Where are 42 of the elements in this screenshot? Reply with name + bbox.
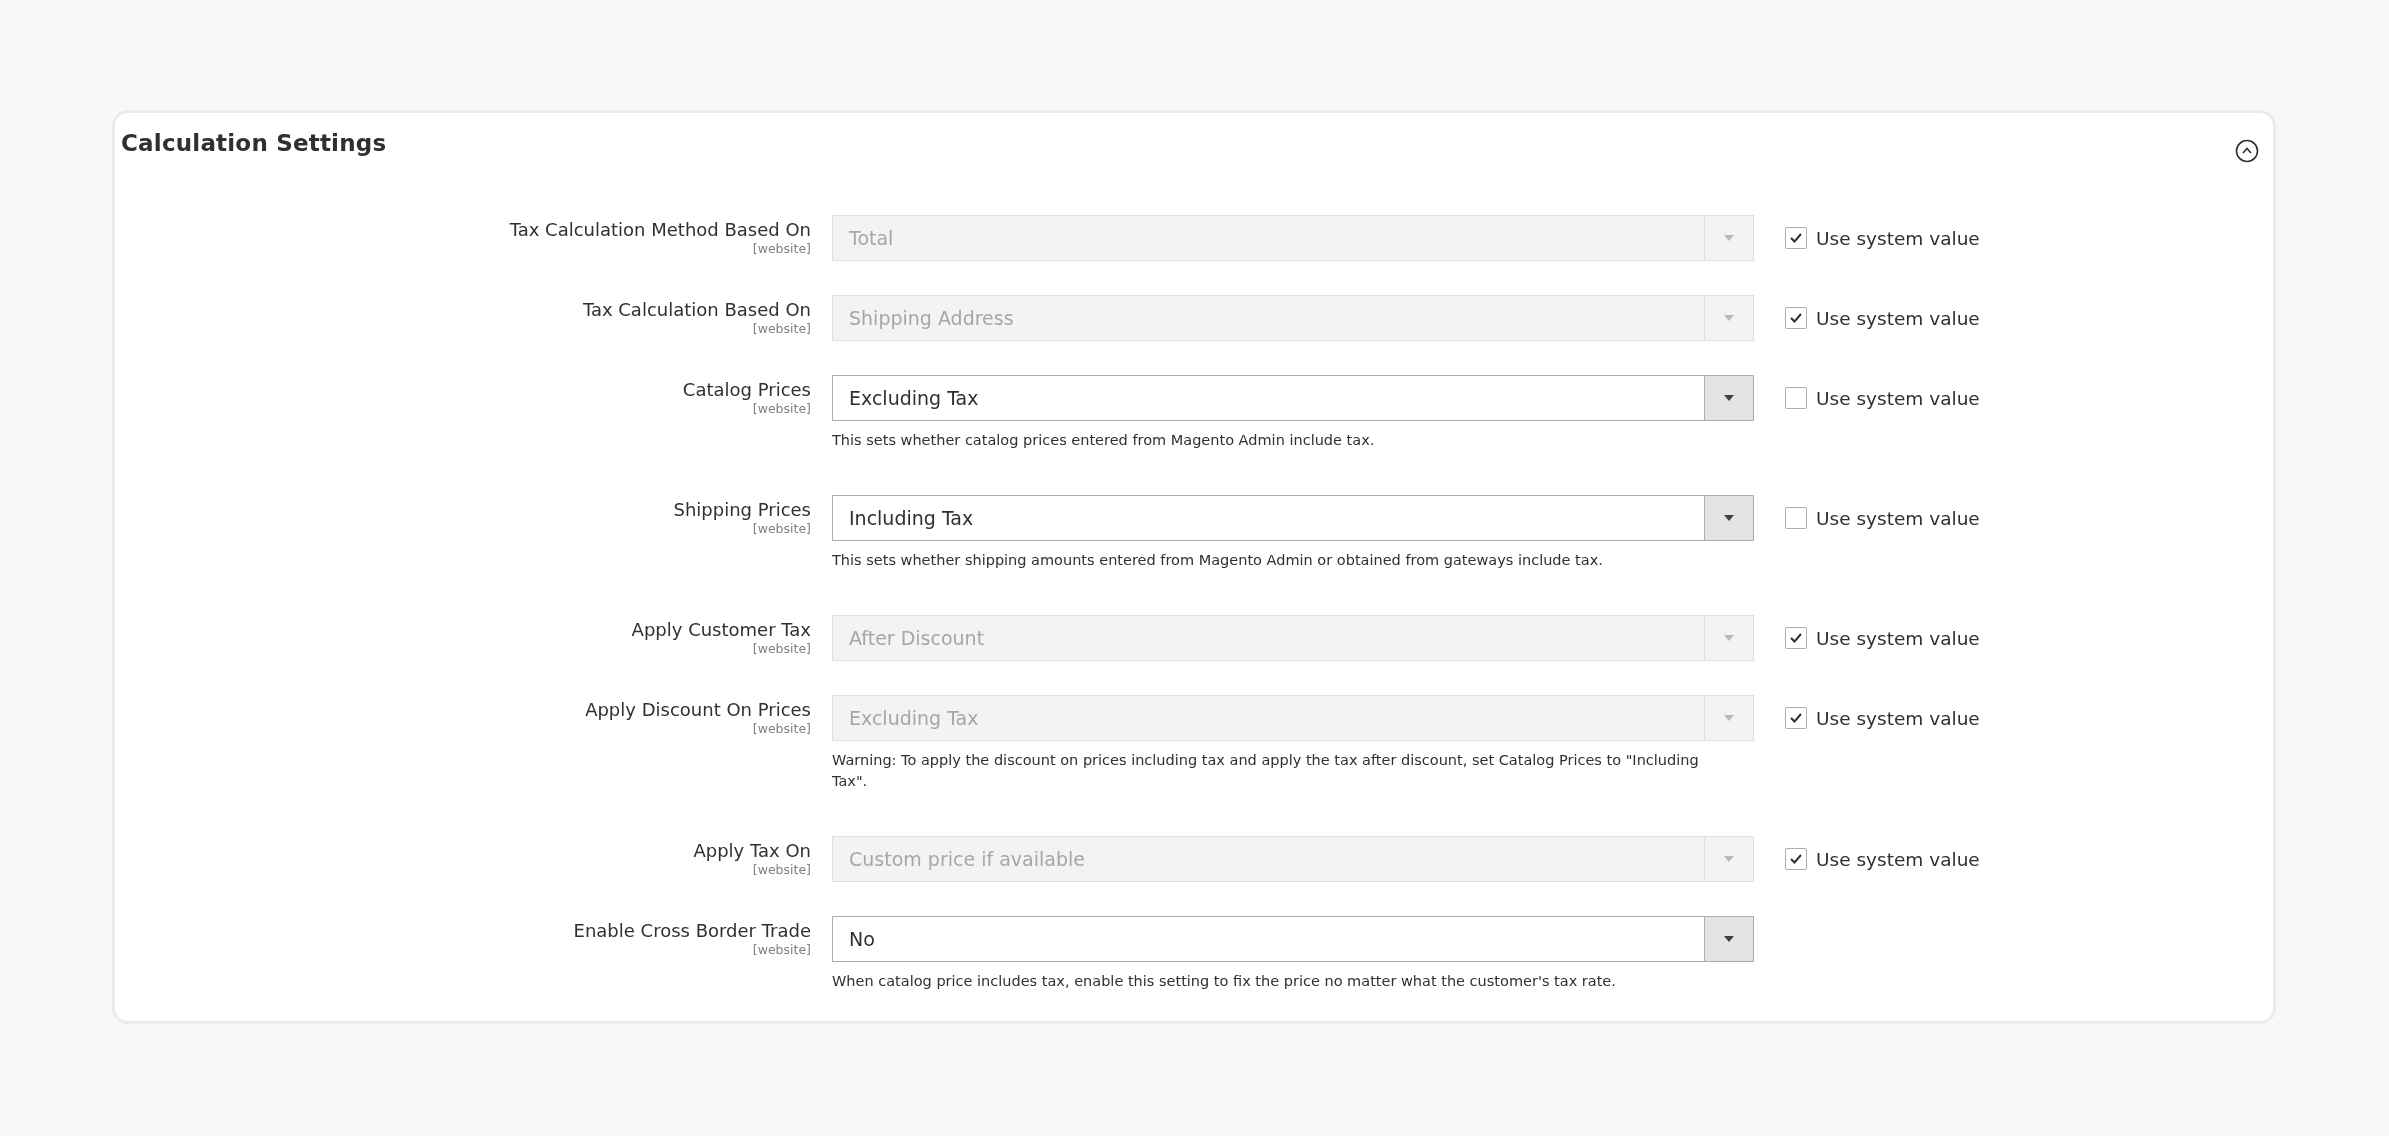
select-field[interactable]: No (832, 916, 1754, 962)
select-field[interactable]: Excluding Tax (832, 375, 1754, 421)
dropdown-arrow-icon (1723, 314, 1735, 322)
field-label: Catalog Prices (682, 379, 811, 401)
field-label: Tax Calculation Method Based On (509, 219, 811, 241)
collapse-icon[interactable] (2235, 139, 2259, 163)
field-label: Tax Calculation Based On (582, 299, 811, 321)
checkbox-label: Use system value (1816, 848, 1980, 870)
field-note: When catalog price includes tax, enable this setting to fix the price no matter what the customer's tax rate. (832, 972, 1617, 991)
dropdown-arrow-icon (1723, 714, 1735, 722)
field-note: Warning: To apply the discount on prices including tax and apply the tax after discount, set Catalog Prices to "Including Tax". (832, 751, 1700, 791)
field-note: This sets whether catalog prices entered from Magento Admin include tax. (832, 431, 1376, 450)
section-title: Calculation Settings (121, 130, 387, 156)
checkbox-label: Use system value (1816, 387, 1980, 409)
scope-label: [website] (752, 862, 811, 878)
dropdown-arrow-icon (1723, 634, 1735, 642)
field-label: Shipping Prices (673, 499, 811, 521)
scope-label: [website] (752, 321, 811, 337)
scope-label: [website] (752, 401, 811, 417)
dropdown-arrow-icon (1723, 514, 1735, 522)
scope-label: [website] (752, 721, 811, 737)
dropdown-arrow-icon (1723, 234, 1735, 242)
scope-label: [website] (752, 641, 811, 657)
select-field[interactable]: Including Tax (832, 495, 1754, 541)
field-note: This sets whether shipping amounts entered from Magento Admin or obtained from gateways include tax. (832, 551, 1604, 570)
dropdown-arrow-icon (1723, 935, 1735, 943)
field-label: Apply Discount On Prices (585, 699, 811, 721)
scope-label: [website] (752, 241, 811, 257)
field-label: Enable Cross Border Trade (573, 920, 811, 942)
scope-label: [website] (752, 942, 811, 958)
checkbox-label: Use system value (1816, 627, 1980, 649)
scope-label: [website] (752, 521, 811, 537)
dropdown-arrow-icon (1723, 855, 1735, 863)
field-label: Apply Customer Tax (631, 619, 811, 641)
checkbox[interactable] (1785, 507, 1807, 529)
dropdown-arrow-icon (1723, 394, 1735, 402)
checkbox-label: Use system value (1816, 227, 1980, 249)
checkbox-label: Use system value (1816, 507, 1980, 529)
checkbox-label: Use system value (1816, 707, 1980, 729)
checkbox-label: Use system value (1816, 307, 1980, 329)
field-label: Apply Tax On (693, 840, 811, 862)
checkbox[interactable] (1785, 387, 1807, 409)
